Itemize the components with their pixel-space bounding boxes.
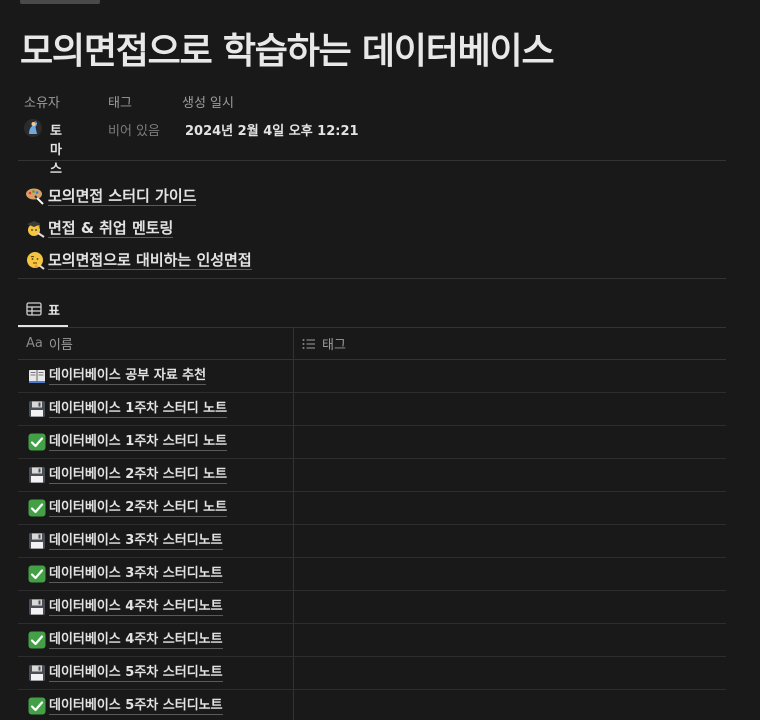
cell-name[interactable]: 데이터베이스 5주차 스터디노트 — [18, 690, 294, 720]
column-header-name[interactable]: Aa 이름 — [18, 328, 294, 359]
cell-tags[interactable] — [294, 393, 726, 425]
cell-name[interactable]: 데이터베이스 2주차 스터디 노트 — [18, 492, 294, 524]
row-title[interactable]: 데이터베이스 1주차 스터디 노트 — [49, 434, 228, 451]
created-label: 생성 일시 — [182, 96, 234, 111]
link-mentoring[interactable]: 면접 & 취업 멘토링 — [24, 212, 252, 244]
page-icon-stub[interactable] — [20, 0, 100, 4]
table-row[interactable]: 데이터베이스 1주차 스터디 노트 — [18, 393, 726, 426]
tags-value[interactable]: 비어 있음 — [108, 120, 160, 139]
table-row[interactable]: 데이터베이스 2주차 스터디 노트 — [18, 459, 726, 492]
cell-name[interactable]: 데이터베이스 2주차 스터디 노트 — [18, 459, 294, 491]
table-body: 데이터베이스 공부 자료 추천 데이터베이스 1주차 스터디 노트 데이터베이스 1… — [18, 360, 726, 720]
cell-name[interactable]: 데이터베이스 4주차 스터디노트 — [18, 591, 294, 623]
table-row[interactable]: 데이터베이스 3주차 스터디노트 — [18, 558, 726, 591]
table-header: Aa 이름 태그 — [18, 327, 726, 360]
row-title[interactable]: 데이터베이스 2주차 스터디 노트 — [49, 467, 228, 484]
page-title[interactable]: 모의면접으로 학습하는 데이터베이스 — [20, 22, 555, 74]
cell-tags[interactable] — [294, 360, 726, 392]
tab-table-view[interactable]: 표 — [18, 292, 68, 326]
table-row[interactable]: 데이터베이스 3주차 스터디노트 — [18, 525, 726, 558]
book-icon — [28, 367, 46, 385]
cell-tags[interactable] — [294, 690, 726, 720]
owner-label: 소유자 — [24, 96, 60, 111]
divider — [18, 160, 726, 161]
thinking-emoji-icon — [24, 250, 46, 270]
divider — [18, 278, 726, 279]
row-title[interactable]: 데이터베이스 2주차 스터디 노트 — [49, 500, 228, 517]
row-title[interactable]: 데이터베이스 4주차 스터디노트 — [49, 599, 223, 616]
row-title[interactable]: 데이터베이스 1주차 스터디 노트 — [49, 401, 228, 418]
floppy-disk-icon — [28, 598, 46, 616]
check-mark-icon — [28, 697, 46, 715]
cell-name[interactable]: 데이터베이스 5주차 스터디노트 — [18, 657, 294, 689]
link-personality-interview[interactable]: 모의면접으로 대비하는 인성면접 — [24, 244, 252, 276]
cell-name[interactable]: 데이터베이스 3주차 스터디노트 — [18, 558, 294, 590]
link-study-guide[interactable]: 모의면접 스터디 가이드 — [24, 180, 252, 212]
cell-tags[interactable] — [294, 591, 726, 623]
cell-tags[interactable] — [294, 426, 726, 458]
table-row[interactable]: 데이터베이스 5주차 스터디노트 — [18, 690, 726, 720]
table-icon — [26, 302, 42, 316]
cell-tags[interactable] — [294, 657, 726, 689]
table-row[interactable]: 데이터베이스 공부 자료 추천 — [18, 360, 726, 393]
cell-tags[interactable] — [294, 525, 726, 557]
cell-name[interactable]: 데이터베이스 1주차 스터디 노트 — [18, 426, 294, 458]
database-table: Aa 이름 태그 데이터베이스 공부 자료 추천데이터베이스 1주차 스터디 노… — [18, 327, 726, 720]
check-mark-icon — [28, 631, 46, 649]
linked-pages: 모의면접 스터디 가이드 면접 & 취업 멘토링 모의면접으로 대비하는 인성면… — [24, 180, 252, 276]
cell-name[interactable]: 데이터베이스 3주차 스터디노트 — [18, 525, 294, 557]
tags-label: 태그 — [108, 96, 132, 111]
row-title[interactable]: 데이터베이스 5주차 스터디노트 — [49, 698, 223, 715]
column-header-tags[interactable]: 태그 — [294, 328, 726, 359]
avatar[interactable] — [24, 119, 42, 137]
created-value: 2024년 2월 4일 오후 12:21 — [185, 124, 359, 139]
cell-tags[interactable] — [294, 492, 726, 524]
cell-tags[interactable] — [294, 459, 726, 491]
floppy-disk-icon — [28, 400, 46, 418]
row-title[interactable]: 데이터베이스 공부 자료 추천 — [49, 368, 207, 385]
check-mark-icon — [28, 499, 46, 517]
tab-label: 표 — [48, 303, 60, 319]
list-icon — [302, 338, 315, 349]
cell-tags[interactable] — [294, 558, 726, 590]
floppy-disk-icon — [28, 664, 46, 682]
cell-name[interactable]: 데이터베이스 1주차 스터디 노트 — [18, 393, 294, 425]
owner-value[interactable]: 토마스 — [50, 120, 62, 177]
row-title[interactable]: 데이터베이스 4주차 스터디노트 — [49, 632, 223, 649]
text-aa-icon: Aa — [26, 336, 43, 351]
check-mark-icon — [28, 433, 46, 451]
row-title[interactable]: 데이터베이스 3주차 스터디노트 — [49, 533, 223, 550]
row-title[interactable]: 데이터베이스 5주차 스터디노트 — [49, 665, 223, 682]
cell-name[interactable]: 데이터베이스 공부 자료 추천 — [18, 360, 294, 392]
palette-emoji-icon — [24, 186, 46, 206]
floppy-disk-icon — [28, 532, 46, 550]
check-mark-icon — [28, 565, 46, 583]
table-row[interactable]: 데이터베이스 5주차 스터디노트 — [18, 657, 726, 690]
floppy-disk-icon — [28, 466, 46, 484]
table-row[interactable]: 데이터베이스 4주차 스터디노트 — [18, 591, 726, 624]
graduate-emoji-icon — [24, 218, 46, 238]
table-row[interactable]: 데이터베이스 4주차 스터디노트 — [18, 624, 726, 657]
row-title[interactable]: 데이터베이스 3주차 스터디노트 — [49, 566, 223, 583]
table-row[interactable]: 데이터베이스 1주차 스터디 노트 — [18, 426, 726, 459]
notion-page: 모의면접으로 학습하는 데이터베이스 소유자 태그 생성 일시 토마스 비어 있… — [0, 0, 760, 720]
cell-name[interactable]: 데이터베이스 4주차 스터디노트 — [18, 624, 294, 656]
table-row[interactable]: 데이터베이스 2주차 스터디 노트 — [18, 492, 726, 525]
cell-tags[interactable] — [294, 624, 726, 656]
